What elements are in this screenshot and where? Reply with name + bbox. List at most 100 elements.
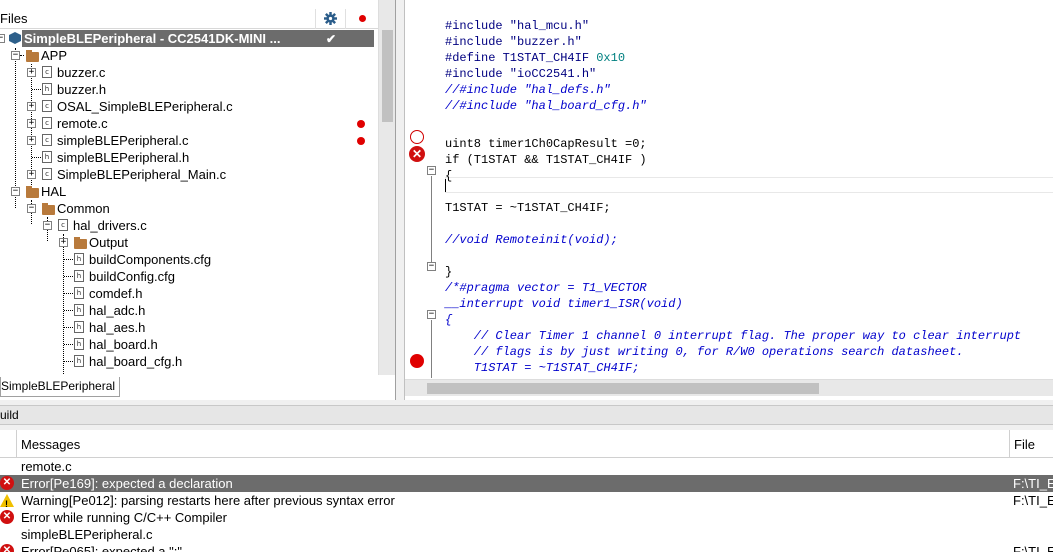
h-file-icon: h xyxy=(74,253,84,265)
tree-item-label: hal_board_cfg.h xyxy=(89,354,183,369)
error-marker-icon[interactable]: ✕ xyxy=(409,146,425,162)
code-line[interactable]: { xyxy=(445,312,452,328)
tree-item-file[interactable]: + c simpleBLEPeripheral.c xyxy=(0,132,378,149)
tree-item-output-folder[interactable]: + Output xyxy=(0,234,378,251)
code-line[interactable]: //#include "hal_defs.h" xyxy=(445,82,611,98)
code-editor[interactable]: ✕ − − − #include "hal_mcu.h" #include "bu… xyxy=(404,0,1053,400)
icon-column-header[interactable] xyxy=(0,430,17,457)
file-column-header[interactable]: File xyxy=(1010,430,1035,457)
tree-item-file[interactable]: h hal_adc.h xyxy=(0,302,378,319)
fold-collapse-icon[interactable]: − xyxy=(427,310,436,319)
fold-collapse-icon[interactable]: − xyxy=(427,166,436,175)
code-line[interactable]: __interrupt void timer1_ISR(void) xyxy=(445,296,683,312)
collapse-icon[interactable]: − xyxy=(27,204,36,213)
collapse-icon[interactable]: − xyxy=(0,34,5,43)
tree-item-file[interactable]: + c SimpleBLEPeripheral_Main.c xyxy=(0,166,378,183)
collapse-icon[interactable]: − xyxy=(11,51,20,60)
tree-item-file[interactable]: h buildComponents.cfg xyxy=(0,251,378,268)
expand-icon[interactable]: + xyxy=(27,136,36,145)
tree-item-file[interactable]: h buzzer.h xyxy=(0,81,378,98)
tree-item-project[interactable]: − SimpleBLEPeripheral - CC2541DK-MINI ..… xyxy=(0,30,378,47)
code-line[interactable]: //#include "hal_board_cfg.h" xyxy=(445,98,647,114)
tree-item-label: comdef.h xyxy=(89,286,143,301)
scrollbar-thumb[interactable] xyxy=(382,30,393,122)
code-line[interactable]: //void Remoteinit(void); xyxy=(445,232,618,248)
expand-icon[interactable]: + xyxy=(27,102,36,111)
code-line[interactable]: { xyxy=(445,168,452,184)
tree-item-hal-folder[interactable]: − HAL xyxy=(0,183,378,200)
tree-connector xyxy=(32,89,41,90)
collapse-icon[interactable]: − xyxy=(43,221,52,230)
build-message-file: F:\TI_E xyxy=(1013,476,1053,491)
tree-item-file[interactable]: h hal_board.h xyxy=(0,336,378,353)
code-line[interactable]: // flags is by just writing 0, for R/W0 … xyxy=(445,344,964,360)
file-tree: − SimpleBLEPeripheral - CC2541DK-MINI ..… xyxy=(0,30,378,375)
build-message-text: remote.c xyxy=(21,459,72,474)
build-message-row[interactable]: ✕ Error[Pe169]: expected a declaration F:\… xyxy=(0,475,1053,492)
expand-icon[interactable]: + xyxy=(27,119,36,128)
folder-icon xyxy=(42,203,55,215)
code-line[interactable]: #include "hal_mcu.h" xyxy=(445,18,589,34)
code-line[interactable]: #define T1STAT_CH4IF 0x10 xyxy=(445,50,625,66)
tree-connector xyxy=(20,55,24,56)
fold-line xyxy=(431,320,432,378)
build-message-file: F:\TI_E xyxy=(1013,493,1053,508)
tree-item-label: buildComponents.cfg xyxy=(89,252,212,267)
code-line[interactable]: // Clear Timer 1 channel 0 interrupt fla… xyxy=(445,328,1021,344)
gear-icon xyxy=(324,12,337,25)
tab-simplebleperipheral[interactable]: SimpleBLEPeripheral xyxy=(0,377,121,397)
h-file-icon: h xyxy=(74,321,84,333)
collapse-icon[interactable]: − xyxy=(11,187,20,196)
tree-item-file[interactable]: + c OSAL_SimpleBLEPeripheral.c xyxy=(0,98,378,115)
expand-icon[interactable]: + xyxy=(59,238,68,247)
code-line[interactable]: #include "buzzer.h" xyxy=(445,34,582,50)
scrollbar-thumb[interactable] xyxy=(427,383,819,394)
code-line[interactable]: } xyxy=(445,264,452,280)
tree-item-label: APP xyxy=(41,48,68,63)
tree-item-label: simpleBLEPeripheral.h xyxy=(57,150,190,165)
code-line[interactable]: T1STAT = ~T1STAT_CH4IF; xyxy=(445,200,611,216)
workspace-vertical-scrollbar[interactable] xyxy=(378,0,395,375)
build-message-text: Warning[Pe012]: parsing restarts here af… xyxy=(21,493,395,508)
error-icon: ✕ xyxy=(0,510,14,524)
h-file-icon: h xyxy=(74,287,84,299)
error-icon: ✕ xyxy=(0,544,14,552)
checkmark-icon: ✔ xyxy=(326,31,337,46)
fold-collapse-icon[interactable]: − xyxy=(427,262,436,271)
code-line[interactable]: #include "ioCC2541.h" xyxy=(445,66,596,82)
tree-item-app-folder[interactable]: − APP xyxy=(0,47,378,64)
build-message-row[interactable]: ! Warning[Pe012]: parsing restarts here a… xyxy=(0,492,1053,509)
code-line[interactable]: if (T1STAT && T1STAT_CH4IF ) xyxy=(445,152,647,168)
tree-item-file[interactable]: − c hal_drivers.c xyxy=(0,217,378,234)
build-message-text: Error[Pe169]: expected a declaration xyxy=(21,476,233,491)
build-message-row[interactable]: ✕ Error while running C/C++ Compiler xyxy=(0,509,1053,526)
breakpoint-icon[interactable] xyxy=(410,354,424,368)
tree-item-common-folder[interactable]: − Common xyxy=(0,200,378,217)
files-column-header[interactable]: Files xyxy=(0,11,315,26)
tree-item-file[interactable]: + c remote.c xyxy=(0,115,378,132)
expand-icon[interactable]: + xyxy=(27,170,36,179)
options-column-header[interactable] xyxy=(315,8,345,29)
tree-item-file[interactable]: h buildConfig.cfg xyxy=(0,268,378,285)
tree-item-file[interactable]: h simpleBLEPeripheral.h xyxy=(0,149,378,166)
code-line[interactable]: /*#pragma vector = T1_VECTOR xyxy=(445,280,647,296)
build-message-row[interactable]: simpleBLEPeripheral.c xyxy=(0,526,1053,543)
editor-horizontal-scrollbar[interactable] xyxy=(405,379,1053,396)
tree-item-file[interactable]: h hal_aes.h xyxy=(0,319,378,336)
tree-connector xyxy=(64,293,73,294)
expand-icon[interactable]: + xyxy=(27,68,36,77)
messages-column-header[interactable]: Messages xyxy=(17,430,1010,457)
folder-icon xyxy=(26,186,39,198)
code-line[interactable]: T1STAT = ~T1STAT_CH4IF; xyxy=(445,360,640,376)
tree-item-file[interactable]: h comdef.h xyxy=(0,285,378,302)
breakpoint-empty-icon[interactable] xyxy=(410,130,424,144)
h-file-icon: h xyxy=(74,304,84,316)
build-message-row[interactable]: ✕ Error[Pe065]: expected a ";" F:\TI_E xyxy=(0,543,1053,552)
errors-column-header[interactable] xyxy=(345,8,378,29)
tree-item-file[interactable]: + c buzzer.c xyxy=(0,64,378,81)
build-message-row[interactable]: remote.c xyxy=(0,458,1053,475)
tree-item-label: hal_aes.h xyxy=(89,320,146,335)
code-line[interactable]: uint8 timer1Ch0CapResult =0; xyxy=(445,136,647,152)
tree-item-file[interactable]: h hal_board_cfg.h xyxy=(0,353,378,370)
editor-gutter[interactable]: ✕ − − − xyxy=(405,0,441,379)
